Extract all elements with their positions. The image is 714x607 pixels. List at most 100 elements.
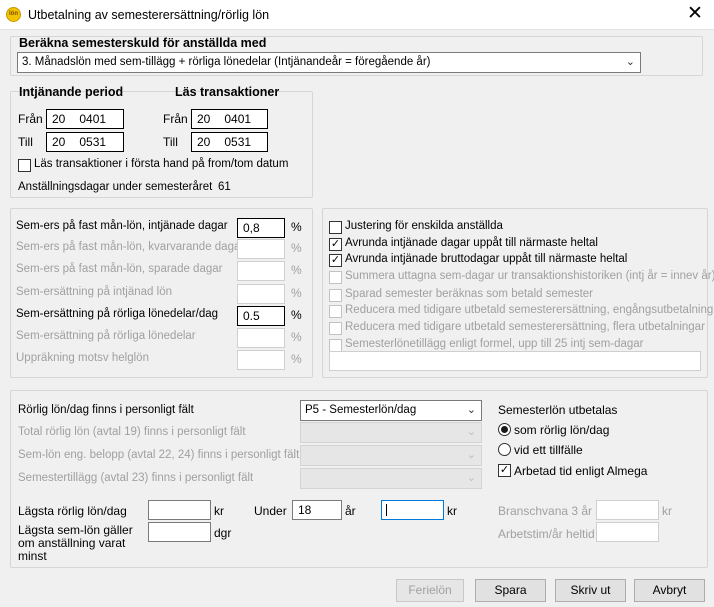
- percent-unit: %: [291, 220, 302, 234]
- save-button[interactable]: Spara: [475, 579, 546, 602]
- years-unit: år: [345, 504, 356, 518]
- rate-label: Sem-ersättning på rörliga lönedelar/dag: [16, 308, 219, 320]
- personal-field-label: Sem-lön eng. belopp (avtal 22, 24) finns…: [18, 449, 300, 461]
- rate-field[interactable]: [237, 328, 285, 348]
- rate-label: Sem-ers på fast mån-lön, sparade dagar: [16, 263, 223, 275]
- lowest-sem-field[interactable]: [148, 522, 211, 542]
- earning-period-heading: Intjänande period: [19, 85, 124, 99]
- radio-variable-label: som rörlig lön/dag: [514, 423, 610, 437]
- option-checkbox[interactable]: [329, 289, 342, 302]
- personal-field-label: Total rörlig lön (avtal 19) finns i pers…: [18, 426, 246, 438]
- rate-label: Sem-ers på fast mån-lön, intjänade dagar: [16, 220, 228, 232]
- rate-field[interactable]: 0,8: [237, 218, 285, 238]
- lowest-variable-label: Lägsta rörlig lön/dag: [18, 504, 127, 518]
- work-hours-field[interactable]: [596, 522, 659, 542]
- personal-field-select[interactable]: ⌄: [300, 445, 482, 466]
- option-label: Reducera med tidigare utbetald semestere…: [345, 304, 714, 316]
- personal-field-select[interactable]: P5 - Semesterlön/dag ⌄: [300, 400, 482, 421]
- read-from-label: Från: [163, 112, 188, 126]
- radio-single-occasion[interactable]: [498, 443, 511, 456]
- lowest-variable-field[interactable]: [148, 500, 211, 520]
- read-first-checkbox[interactable]: [18, 159, 31, 172]
- earn-to-label: Till: [18, 135, 33, 149]
- close-icon[interactable]: ✕: [680, 3, 710, 27]
- option-label: Justering för enskilda anställda: [345, 220, 503, 232]
- under-age-label: Under: [254, 504, 287, 518]
- work-hours-label: Arbetstim/år heltid: [498, 527, 595, 541]
- rate-field[interactable]: 0.5: [237, 306, 285, 326]
- percent-unit: %: [291, 263, 302, 277]
- read-first-label: Läs transaktioner i första hand på from/…: [34, 158, 289, 170]
- lowest-sem-label: Lägsta sem-lön gäller om anställning var…: [18, 523, 133, 563]
- radio-selected-dot: [501, 426, 508, 433]
- calc-method-value: 3. Månadslön med sem-tillägg + rörliga l…: [22, 56, 431, 68]
- rate-field[interactable]: [237, 261, 285, 281]
- option-label: Summera uttagna sem-dagar ur transaktion…: [345, 270, 714, 282]
- chevron-down-icon: ⌄: [466, 426, 476, 438]
- percent-unit: %: [291, 352, 302, 366]
- employment-days-label: Anställningsdagar under semesteråret: [18, 181, 213, 193]
- option-checkbox[interactable]: ✓: [329, 254, 342, 267]
- rate-field[interactable]: [237, 284, 285, 304]
- text-caret: [386, 504, 387, 516]
- read-to-field[interactable]: 20 0531: [191, 132, 268, 152]
- rate-label: Uppräkning motsv helglön: [16, 352, 149, 364]
- option-checkbox[interactable]: ✓: [329, 238, 342, 251]
- rate-label: Sem-ers på fast mån-lön, kvarvarande dag…: [16, 241, 245, 253]
- percent-unit: %: [291, 330, 302, 344]
- option-label: Reducera med tidigare utbetald semestere…: [345, 321, 705, 333]
- chevron-down-icon: ⌄: [466, 404, 476, 416]
- kr-unit: kr: [214, 504, 224, 518]
- option-checkbox[interactable]: [329, 271, 342, 284]
- percent-unit: %: [291, 308, 302, 322]
- personal-field-select[interactable]: ⌄: [300, 468, 482, 489]
- personal-field-select[interactable]: ⌄: [300, 422, 482, 443]
- read-to-label: Till: [163, 135, 178, 149]
- rate-field[interactable]: [237, 350, 285, 370]
- branch-experience-label: Branschvana 3 år: [498, 504, 593, 518]
- earn-to-field[interactable]: 20 0531: [46, 132, 124, 152]
- cancel-button[interactable]: Avbryt: [634, 579, 705, 602]
- chevron-down-icon: ⌄: [625, 56, 635, 68]
- holiday-wage-button[interactable]: Ferielön: [396, 579, 464, 602]
- earn-from-label: Från: [18, 112, 43, 126]
- payout-heading: Semesterlön utbetalas: [498, 403, 618, 417]
- days-unit: dgr: [214, 526, 232, 540]
- chevron-down-icon: ⌄: [466, 449, 476, 461]
- branch-kr-unit: kr: [662, 504, 672, 518]
- option-checkbox[interactable]: [329, 221, 342, 234]
- rate-field[interactable]: [237, 239, 285, 259]
- calc-method-select[interactable]: 3. Månadslön med sem-tillägg + rörliga l…: [17, 52, 641, 73]
- branch-experience-field[interactable]: [596, 500, 659, 520]
- option-label: Avrunda intjänade dagar uppåt till närma…: [345, 237, 598, 249]
- rate-label: Sem-ersättning på rörliga lönedelar: [16, 330, 196, 342]
- rate-label: Sem-ersättning på intjänad lön: [16, 286, 172, 298]
- percent-unit: %: [291, 286, 302, 300]
- personal-field-label: Rörlig lön/dag finns i personligt fält: [18, 404, 194, 416]
- option-checkbox[interactable]: [329, 305, 342, 318]
- personal-field-value: P5 - Semesterlön/dag: [305, 404, 417, 416]
- window-title: Utbetalning av semesterersättning/rörlig…: [28, 8, 270, 22]
- print-button[interactable]: Skriv ut: [555, 579, 626, 602]
- percent-unit: %: [291, 241, 302, 255]
- option-label: Avrunda intjänade bruttodagar uppåt till…: [345, 253, 628, 265]
- calc-method-heading: Beräkna semesterskuld för anställda med: [19, 36, 267, 50]
- kr-unit-2: kr: [447, 504, 457, 518]
- radio-single-label: vid ett tillfälle: [514, 443, 583, 457]
- read-transactions-heading: Läs transaktioner: [175, 85, 280, 99]
- chevron-down-icon: ⌄: [466, 472, 476, 484]
- read-from-field[interactable]: 20 0401: [191, 109, 268, 129]
- earn-from-field[interactable]: 20 0401: [46, 109, 124, 129]
- employment-days-value: 61: [218, 181, 231, 193]
- option-checkbox[interactable]: [329, 322, 342, 335]
- radio-variable-wage[interactable]: [498, 423, 511, 436]
- app-icon: lön: [6, 7, 21, 22]
- options-extra-field[interactable]: [329, 351, 701, 371]
- almega-label: Arbetad tid enligt Almega: [514, 464, 648, 478]
- option-label: Sparad semester beräknas som betald seme…: [345, 288, 594, 300]
- title-bar: lön Utbetalning av semesterersättning/rö…: [0, 0, 714, 30]
- under-age-field[interactable]: 18: [292, 500, 342, 520]
- under-age-amount-field[interactable]: [381, 500, 444, 520]
- personal-field-label: Semestertillägg (avtal 23) finns i perso…: [18, 472, 254, 484]
- almega-checkbox[interactable]: ✓: [498, 464, 511, 477]
